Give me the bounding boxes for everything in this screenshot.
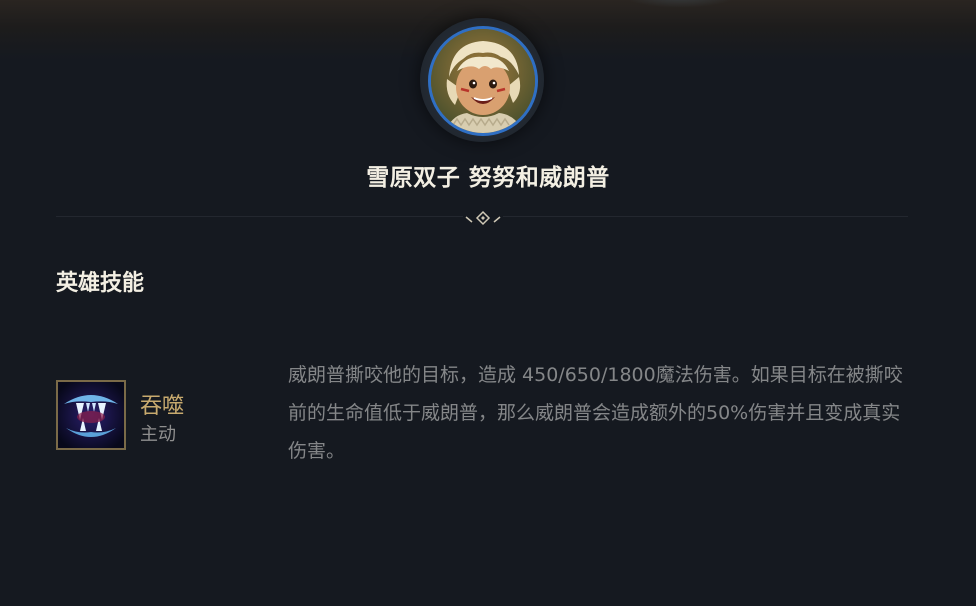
champion-title: 雪原双子 努努和威朗普 (366, 165, 610, 191)
ability-name: 吞噬 (140, 394, 185, 419)
champion-ability-page: 雪原双子 努努和威朗普 英雄技能 吞噬 主动 威朗普撕咬他的目标，造成 450/… (0, 0, 976, 606)
champion-portrait (428, 26, 538, 136)
abilities-heading: 英雄技能 (56, 271, 145, 296)
diamond-ornament-icon (463, 208, 503, 228)
fang-bite-icon[interactable] (56, 380, 126, 450)
splash-glow (620, 0, 740, 8)
ability-type: 主动 (140, 424, 176, 445)
ability-description: 威朗普撕咬他的目标，造成 450/650/1800魔法伤害。如果目标在被撕咬前的… (288, 364, 903, 462)
